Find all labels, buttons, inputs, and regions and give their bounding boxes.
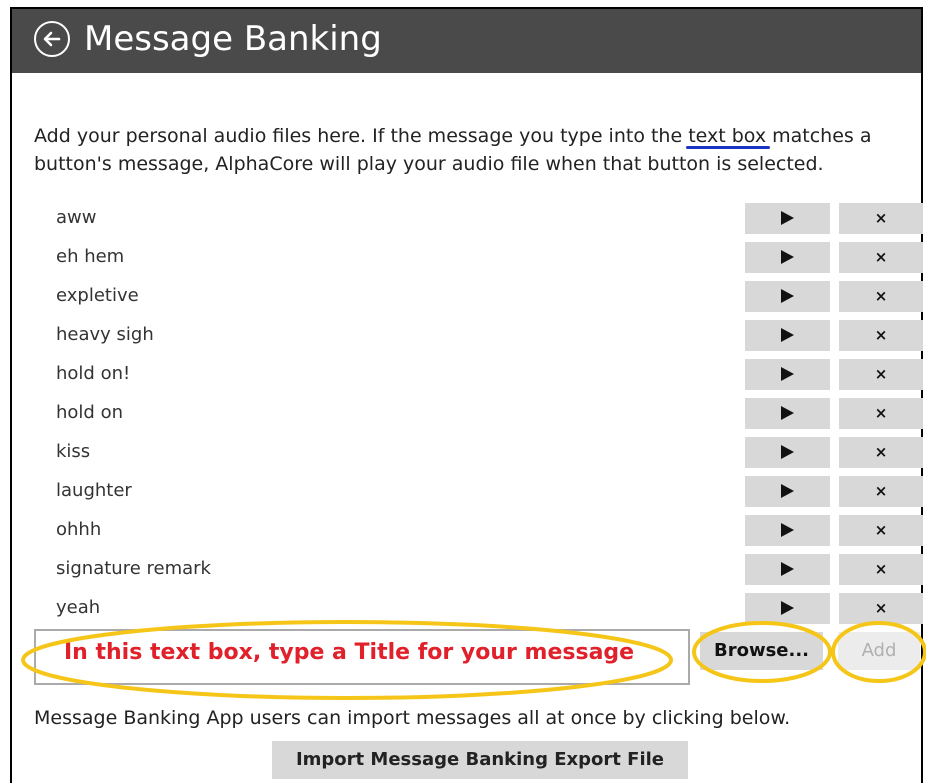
play-button[interactable] bbox=[745, 593, 830, 624]
message-label: heavy sigh bbox=[56, 324, 154, 345]
delete-button[interactable]: × bbox=[839, 476, 923, 507]
back-arrow-icon bbox=[43, 31, 61, 47]
play-button[interactable] bbox=[745, 242, 830, 273]
play-icon bbox=[781, 445, 794, 459]
play-button[interactable] bbox=[745, 281, 830, 312]
message-label: hold on bbox=[56, 402, 123, 423]
page-header: Message Banking bbox=[12, 9, 921, 73]
message-row: kiss × bbox=[0, 434, 926, 472]
play-icon bbox=[781, 367, 794, 381]
message-label: expletive bbox=[56, 285, 139, 306]
play-button[interactable] bbox=[745, 554, 830, 585]
play-icon bbox=[781, 328, 794, 342]
play-icon bbox=[781, 562, 794, 576]
delete-button[interactable]: × bbox=[839, 242, 923, 273]
message-row: laughter × bbox=[0, 473, 926, 511]
play-icon bbox=[781, 211, 794, 225]
delete-button[interactable]: × bbox=[839, 359, 923, 390]
play-button[interactable] bbox=[745, 359, 830, 390]
page-title: Message Banking bbox=[84, 19, 382, 59]
message-row: aww × bbox=[0, 200, 926, 238]
instructions-text: Add your personal audio files here. If t… bbox=[34, 122, 914, 178]
add-button[interactable]: Add bbox=[838, 632, 920, 670]
instructions-part-1: Add your personal audio files here. If t… bbox=[34, 125, 689, 147]
play-button[interactable] bbox=[745, 320, 830, 351]
message-row: hold on! × bbox=[0, 356, 926, 394]
message-label: ohhh bbox=[56, 519, 102, 540]
delete-button[interactable]: × bbox=[839, 203, 923, 234]
import-note: Message Banking App users can import mes… bbox=[34, 707, 791, 729]
instruction-annotation: In this text box, type a Title for your … bbox=[64, 640, 635, 665]
delete-button[interactable]: × bbox=[839, 281, 923, 312]
import-button[interactable]: Import Message Banking Export File bbox=[272, 741, 688, 779]
play-button[interactable] bbox=[745, 203, 830, 234]
message-row: ohhh × bbox=[0, 512, 926, 550]
message-label: signature remark bbox=[56, 558, 211, 579]
message-label: eh hem bbox=[56, 246, 125, 267]
play-icon bbox=[781, 484, 794, 498]
play-icon bbox=[781, 250, 794, 264]
delete-button[interactable]: × bbox=[839, 437, 923, 468]
message-label: hold on! bbox=[56, 363, 131, 384]
message-row: yeah × bbox=[0, 590, 926, 628]
message-label: yeah bbox=[56, 597, 101, 618]
delete-button[interactable]: × bbox=[839, 320, 923, 351]
play-button[interactable] bbox=[745, 515, 830, 546]
play-icon bbox=[781, 523, 794, 537]
play-button[interactable] bbox=[745, 437, 830, 468]
delete-button[interactable]: × bbox=[839, 593, 923, 624]
message-label: aww bbox=[56, 207, 97, 228]
text-box-highlight: text box bbox=[688, 125, 767, 147]
message-row: eh hem × bbox=[0, 239, 926, 277]
delete-button[interactable]: × bbox=[839, 554, 923, 585]
play-button[interactable] bbox=[745, 398, 830, 429]
delete-button[interactable]: × bbox=[839, 398, 923, 429]
message-row: signature remark × bbox=[0, 551, 926, 589]
browse-button[interactable]: Browse... bbox=[700, 632, 823, 670]
message-row: expletive × bbox=[0, 278, 926, 316]
message-label: laughter bbox=[56, 480, 132, 501]
back-button[interactable] bbox=[34, 21, 70, 57]
play-icon bbox=[781, 601, 794, 615]
play-icon bbox=[781, 406, 794, 420]
play-icon bbox=[781, 289, 794, 303]
message-label: kiss bbox=[56, 441, 91, 462]
message-row: hold on × bbox=[0, 395, 926, 433]
message-row: heavy sigh × bbox=[0, 317, 926, 355]
delete-button[interactable]: × bbox=[839, 515, 923, 546]
play-button[interactable] bbox=[745, 476, 830, 507]
